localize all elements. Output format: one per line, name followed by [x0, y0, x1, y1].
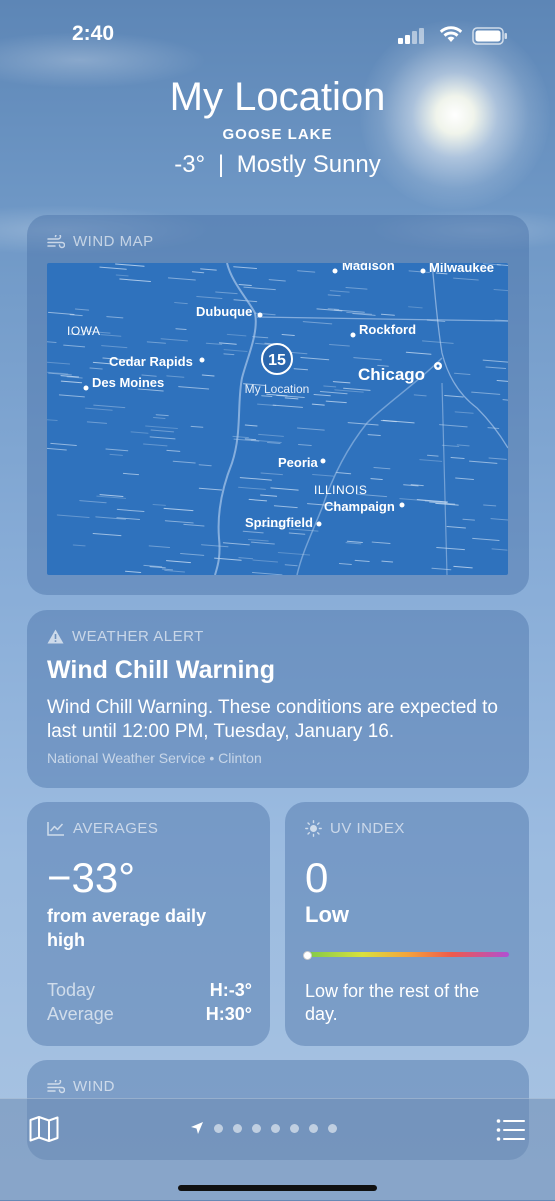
wind-map-header: WIND MAP — [47, 233, 154, 250]
svg-text:Des Moines: Des Moines — [92, 375, 164, 390]
map-icon[interactable] — [29, 1116, 59, 1142]
location-arrow-icon[interactable] — [190, 1121, 204, 1135]
my-location-label: My Location — [245, 382, 310, 396]
page-dot[interactable] — [328, 1123, 337, 1133]
list-icon[interactable] — [496, 1118, 526, 1142]
uv-index-note: Low for the rest of the day. — [305, 981, 480, 1024]
averages-row-today: Today H:-3° — [47, 980, 252, 1001]
uv-index-value: 0 — [305, 854, 329, 901]
svg-text:Madison: Madison — [342, 263, 395, 273]
uv-index-header: UV INDEX — [305, 820, 405, 837]
svg-text:Cedar Rapids: Cedar Rapids — [109, 354, 193, 369]
svg-text:Peoria: Peoria — [278, 455, 319, 470]
conditions-separator: | — [217, 151, 225, 178]
averages-row-label: Average — [47, 1004, 114, 1024]
place-cedar-rapids: Cedar Rapids — [109, 354, 205, 369]
place-madison: Madison — [332, 263, 395, 274]
current-conditions: -3° | Mostly Sunny — [0, 151, 555, 179]
wind-map-card[interactable]: WIND MAP Madison Milwaukee Dubuque IOWA … — [27, 215, 529, 595]
wind-label: WIND — [73, 1078, 115, 1095]
status-bar: 2:40 — [0, 18, 555, 48]
page-dot[interactable] — [233, 1123, 242, 1133]
averages-card[interactable]: AVERAGES −33° from average daily high To… — [27, 802, 270, 1046]
weather-alert-label: WEATHER ALERT — [72, 628, 204, 645]
place-des-moines: Des Moines — [83, 375, 164, 391]
averages-header: AVERAGES — [47, 820, 158, 837]
averages-description: from average daily high — [47, 906, 207, 950]
page-dot[interactable] — [290, 1123, 299, 1133]
uv-index-level: Low — [305, 902, 349, 927]
alert-body: Wind Chill Warning. These conditions are… — [47, 697, 498, 742]
svg-text:Champaign: Champaign — [324, 499, 395, 514]
battery-icon — [472, 27, 507, 45]
uv-index-card[interactable]: UV INDEX 0 Low Low for the rest of the d… — [285, 802, 529, 1046]
page-dot[interactable] — [252, 1123, 261, 1133]
averages-row-value: H:30° — [205, 1004, 252, 1024]
page-dot[interactable] — [214, 1123, 223, 1133]
svg-text:Milwaukee: Milwaukee — [429, 263, 494, 275]
svg-text:Springfield: Springfield — [245, 515, 313, 530]
wind-header: WIND — [47, 1078, 115, 1095]
uv-index-label: UV INDEX — [330, 820, 405, 837]
home-indicator[interactable] — [178, 1185, 377, 1191]
place-springfield: Springfield — [245, 515, 322, 530]
wind-map-label: WIND MAP — [73, 233, 154, 250]
svg-text:Rockford: Rockford — [359, 322, 416, 337]
averages-row-label: Today — [47, 980, 96, 1000]
warning-icon — [47, 629, 64, 644]
chart-trend-icon — [47, 822, 64, 836]
wifi-icon — [439, 26, 463, 42]
wind-icon — [47, 234, 65, 248]
page-indicator[interactable] — [190, 1121, 337, 1135]
page-dot[interactable] — [309, 1123, 318, 1133]
uv-index-indicator — [303, 951, 312, 960]
place-rockford: Rockford — [350, 322, 416, 338]
status-time: 2:40 — [72, 22, 115, 45]
averages-value: −33° — [47, 854, 136, 901]
wind-map-canvas: Madison Milwaukee Dubuque IOWA Rockford … — [47, 263, 508, 575]
cellular-signal-icon — [398, 28, 424, 44]
uv-index-scale — [303, 951, 509, 960]
place-milwaukee: Milwaukee — [420, 263, 494, 275]
averages-row-average: Average H:30° — [47, 1004, 252, 1025]
weather-alert-header: WEATHER ALERT — [47, 628, 204, 645]
region-iowa: IOWA — [67, 324, 101, 338]
place-champaign: Champaign — [324, 499, 405, 514]
averages-row-value: H:-3° — [209, 980, 252, 1000]
alert-source: National Weather Service • Clinton — [47, 750, 262, 766]
region-illinois: ILLINOIS — [314, 483, 367, 497]
wind-map[interactable]: Madison Milwaukee Dubuque IOWA Rockford … — [47, 263, 508, 575]
sun-icon — [305, 820, 322, 837]
condition-text: Mostly Sunny — [236, 151, 381, 178]
current-temperature: -3° — [174, 151, 206, 178]
wind-icon — [47, 1079, 65, 1093]
svg-text:Dubuque: Dubuque — [196, 304, 252, 319]
bottom-toolbar — [0, 1098, 555, 1201]
location-header: My Location GOOSE LAKE -3° | Mostly Sunn… — [0, 74, 555, 179]
wind-speed-value: 15 — [268, 352, 286, 369]
svg-text:Chicago: Chicago — [358, 365, 425, 384]
alert-title: Wind Chill Warning — [47, 656, 275, 684]
weather-alert-card[interactable]: WEATHER ALERT Wind Chill Warning Wind Ch… — [27, 610, 529, 788]
averages-label: AVERAGES — [73, 820, 159, 837]
page-dot[interactable] — [271, 1123, 280, 1133]
location-subtitle: GOOSE LAKE — [222, 126, 333, 143]
location-title: My Location — [169, 75, 386, 119]
